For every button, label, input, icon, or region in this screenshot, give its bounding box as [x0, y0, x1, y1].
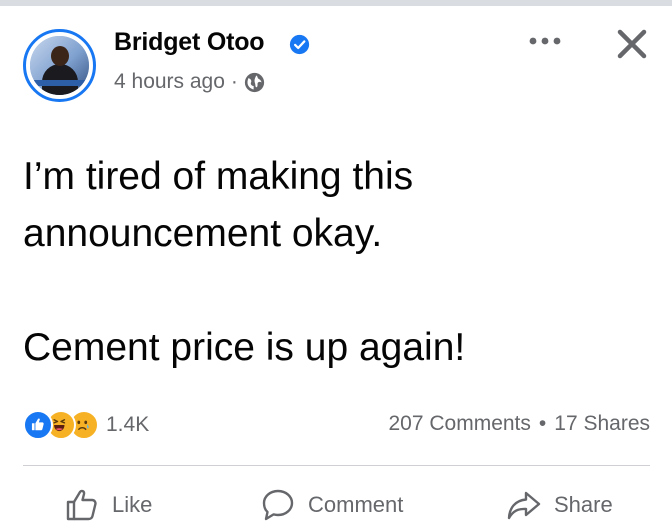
action-divider: [23, 465, 650, 466]
avatar[interactable]: [23, 29, 96, 102]
engagement-stats: 207 Comments • 17 Shares: [389, 412, 651, 436]
post-text: I’m tired of making this announcement ok…: [23, 148, 643, 376]
meta-separator: ·: [230, 70, 238, 93]
more-options-icon[interactable]: [527, 34, 563, 48]
comment-label: Comment: [308, 492, 404, 517]
share-arrow-icon: [507, 491, 541, 520]
post-meta: 4 hours ago ·: [114, 70, 265, 94]
share-label: Share: [554, 492, 613, 517]
share-button[interactable]: Share: [506, 483, 613, 527]
post-text-line: Cement price is up again!: [23, 326, 466, 369]
reaction-count: 1.4K: [106, 413, 150, 436]
reactions-summary[interactable]: 1.4K: [23, 407, 149, 443]
like-label: Like: [112, 492, 153, 517]
post-time[interactable]: 4 hours ago: [114, 70, 225, 94]
avatar-photo: [30, 36, 89, 95]
shares-count[interactable]: 17 Shares: [554, 412, 650, 436]
post-text-line: I’m tired of making this announcement ok…: [23, 155, 414, 255]
top-divider-bar: [0, 0, 672, 6]
comment-icon: [262, 489, 294, 521]
close-icon[interactable]: [612, 24, 652, 64]
thumbs-up-icon: [66, 489, 97, 521]
stats-separator: •: [538, 412, 547, 435]
comments-count[interactable]: 207 Comments: [389, 412, 531, 436]
like-button[interactable]: Like: [64, 483, 152, 527]
verified-badge-icon: [289, 34, 310, 55]
like-icon: [23, 410, 53, 440]
comment-button[interactable]: Comment: [260, 483, 403, 527]
globe-icon[interactable]: [244, 72, 265, 93]
author-name[interactable]: Bridget Otoo: [114, 28, 265, 57]
